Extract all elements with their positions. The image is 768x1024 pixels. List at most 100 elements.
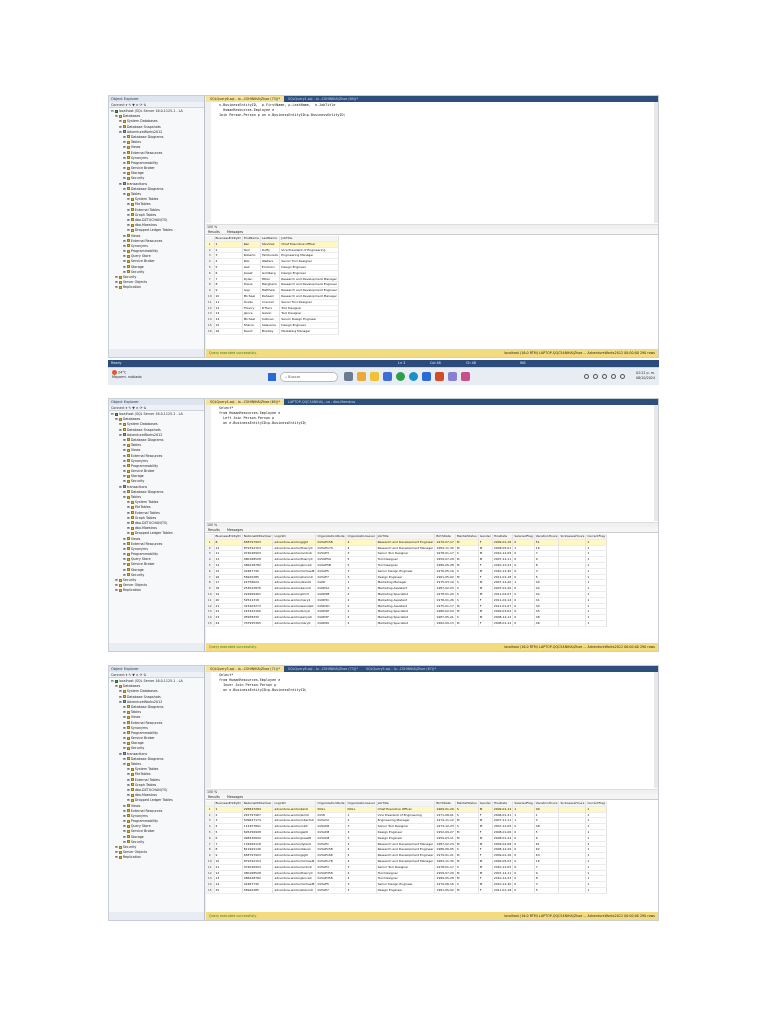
results-grid[interactable]: BusinessEntityID NationalIDNumber LoginID O… <box>206 801 654 914</box>
table-cell[interactable]: 5 <box>534 887 560 894</box>
table-cell[interactable]: 2010-12-23 <box>492 875 514 883</box>
table-cell[interactable]: Research and Development Engineer <box>279 281 340 289</box>
table-cell[interactable]: adventure-works\ovidiu0 <box>272 550 317 558</box>
table-cell[interactable]: Research and Development Engineer <box>376 539 436 546</box>
table-row[interactable]: 16 16 David Bradley Marketing Manager <box>206 328 340 335</box>
taskbar-search[interactable]: ⌕ Buscar <box>280 372 338 382</box>
table-cell[interactable]: 767955365 <box>242 620 274 627</box>
table-cell[interactable]: 16 <box>214 328 243 335</box>
table-cell[interactable]: 1984-11-30 <box>434 545 456 552</box>
table-cell[interactable]: 2009-02-08 <box>492 841 514 848</box>
table-cell[interactable]: adventure-works\thierry0 <box>272 545 317 552</box>
chevron-up-icon[interactable] <box>584 374 589 379</box>
editor-scrollbar[interactable] <box>654 102 658 223</box>
table-cell[interactable]: Research and Development Manager <box>279 293 340 300</box>
table-cell[interactable]: 2011-02-14 <box>492 597 514 604</box>
table-cell[interactable]: M <box>455 620 479 627</box>
column-header[interactable]: OrganizationNode <box>315 801 347 807</box>
column-header[interactable]: VacationHours <box>534 801 560 807</box>
table-cell[interactable]: 2007-12-05 <box>492 823 514 830</box>
table-cell[interactable]: adventure-works\diane1 <box>272 846 317 854</box>
table-cell[interactable]: 2009-01-16 <box>492 539 514 546</box>
table-cell[interactable]: Marketing Specialist <box>376 620 436 627</box>
tab-results[interactable]: Results <box>208 528 220 532</box>
table-cell[interactable]: 2010-12-23 <box>492 562 514 569</box>
table-cell[interactable]: 46 <box>534 620 560 627</box>
table-cell[interactable]: adventure-works\thierry0 <box>272 556 317 563</box>
table-row[interactable]: 15 15 56920285 adventure-works\sharon0 0x5AE… <box>206 887 607 894</box>
tab-messages[interactable]: Messages <box>227 528 243 532</box>
table-cell[interactable]: 1974-11-12 <box>434 817 456 825</box>
column-header[interactable]: SickLeaveHours <box>558 801 587 807</box>
row-number[interactable]: 15 <box>206 887 215 894</box>
table-cell[interactable]: 1975-01-17 <box>434 603 456 610</box>
volume-icon[interactable] <box>611 374 616 379</box>
column-header[interactable]: FirstName <box>242 236 261 242</box>
column-header[interactable]: CurrentFlag <box>585 801 607 807</box>
table-cell[interactable]: adventure-works\roberto0 <box>272 817 317 825</box>
tab-results[interactable]: Results <box>208 230 220 234</box>
table-cell[interactable] <box>558 620 587 627</box>
column-header[interactable]: BusinessEntityID <box>214 801 243 807</box>
table-cell[interactable]: 1961-05-02 <box>434 887 456 894</box>
table-cell[interactable]: adventure-works\sariya0 <box>272 614 317 621</box>
table-cell[interactable]: David <box>242 328 261 335</box>
table-cell[interactable]: Research and Development Engineer <box>376 852 436 859</box>
task-view-icon[interactable] <box>344 372 353 381</box>
table-cell[interactable]: adventure-works\michael6 <box>272 858 317 865</box>
table-row[interactable]: 15 24 767955365 adventure-works\mary0 0x6D60… <box>206 620 607 627</box>
column-header[interactable]: NationalIDNumber <box>242 801 274 807</box>
column-header[interactable]: OrganizationNode <box>315 534 347 540</box>
table-cell[interactable]: adventure-works\jossef0 <box>272 835 317 842</box>
column-header[interactable]: Gender <box>478 534 493 540</box>
table-cell[interactable]: Marketing Manager <box>279 328 340 335</box>
table-cell[interactable]: Research and Development Manager <box>376 841 436 848</box>
table-cell[interactable]: 1987-02-24 <box>434 841 456 848</box>
table-cell[interactable]: 2010-12-05 <box>492 550 514 558</box>
tree-node[interactable]: ⊞ Replication <box>111 588 203 593</box>
column-header[interactable]: Gender <box>478 801 493 807</box>
table-cell[interactable]: 0 <box>512 620 535 627</box>
table-cell[interactable]: adventure-works\janice0 <box>272 562 317 569</box>
table-cell[interactable]: 1975-03-19 <box>434 579 456 587</box>
table-cell[interactable]: adventure-works\thierry0 <box>272 870 317 877</box>
tab-results[interactable]: Results <box>208 795 220 799</box>
widgets-icon[interactable] <box>357 372 366 381</box>
table-cell[interactable]: 2008-12-29 <box>492 846 514 854</box>
edge-icon[interactable] <box>409 372 418 381</box>
table-cell[interactable]: 1959-07-29 <box>434 556 456 563</box>
table-cell[interactable]: 0x6D60 <box>315 620 347 627</box>
table-cell[interactable]: 0x5AE7 <box>315 887 347 894</box>
office-icon[interactable] <box>435 372 444 381</box>
sql-code-editor[interactable]: Select* from HumanResources.Employee e I… <box>206 672 654 788</box>
table-cell[interactable]: 2010-12-30 <box>492 881 514 888</box>
table-cell[interactable]: 2009-05-03 <box>492 858 514 865</box>
table-cell[interactable]: adventure-works\wanida0 <box>272 603 317 610</box>
wifi-icon[interactable] <box>602 374 607 379</box>
table-cell[interactable]: 1 <box>585 887 607 894</box>
table-cell[interactable]: 2008-01-06 <box>492 829 514 836</box>
table-cell[interactable]: Research and Development Manager <box>279 276 340 283</box>
table-cell[interactable]: 1989-05-28 <box>434 562 456 569</box>
table-cell[interactable]: 1986-02-04 <box>434 608 456 616</box>
tab-messages[interactable]: Messages <box>227 795 243 799</box>
table-cell[interactable]: 1979-01-21 <box>434 852 456 859</box>
table-cell[interactable]: 1978-01-17 <box>434 550 456 558</box>
table-cell[interactable]: 24 <box>214 620 243 627</box>
table-cell[interactable]: 1974-12-23 <box>434 823 456 830</box>
table-cell[interactable]: 2009-03-02 <box>492 608 514 616</box>
tab-messages[interactable]: Messages <box>227 230 243 234</box>
table-cell[interactable]: 0 <box>512 887 535 894</box>
table-cell[interactable]: 2007-01-26 <box>492 585 514 592</box>
table-cell[interactable]: 1969-01-29 <box>434 806 456 813</box>
table-cell[interactable]: adventure-works\janice0 <box>272 875 317 883</box>
table-cell[interactable]: 1986-06-05 <box>434 846 456 854</box>
table-cell[interactable]: Research and Development Engineer <box>376 846 436 854</box>
table-cell[interactable]: adventure-works\mary2 <box>272 597 317 604</box>
table-cell[interactable]: 1959-07-29 <box>434 870 456 877</box>
ssms-icon[interactable] <box>448 372 457 381</box>
table-cell[interactable]: 2011-01-18 <box>492 887 514 894</box>
table-cell[interactable]: adventure-works\ovidiu0 <box>272 864 317 871</box>
column-header[interactable]: VacationHours <box>534 534 560 540</box>
table-cell[interactable]: adventure-works\michael8 <box>272 881 317 888</box>
